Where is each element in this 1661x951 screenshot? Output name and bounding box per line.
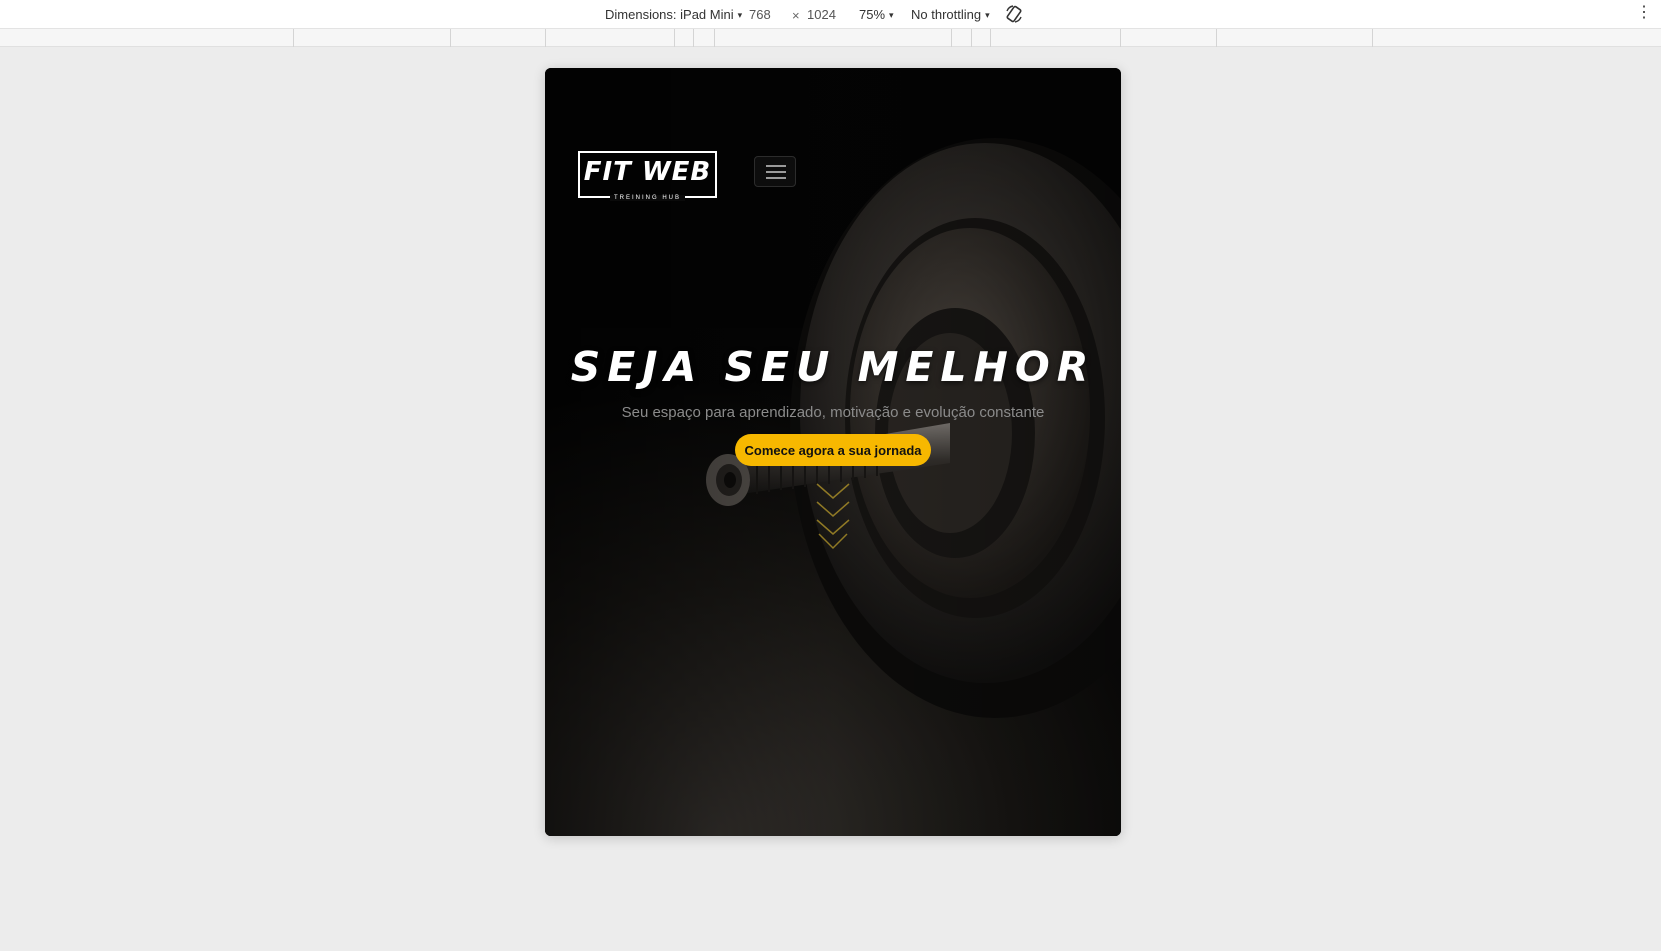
device-toolbar: Dimensions: iPad Mini ▾ 768 × 1024 75% ▾ N… (0, 0, 1661, 29)
zoom-label: 75% (859, 7, 886, 22)
navbar-toggler-button[interactable] (754, 156, 796, 187)
more-options-button[interactable]: ⋮ (1636, 4, 1652, 24)
throttling-select[interactable]: No throttling ▾ (911, 7, 990, 22)
chevrons-down-icon[interactable] (815, 482, 851, 552)
width-input[interactable]: 768 (749, 7, 771, 22)
brand-logo[interactable]: FIT WEB TREINING HUB (578, 151, 717, 201)
start-journey-button[interactable]: Comece agora a sua jornada (735, 434, 931, 466)
chevron-down-icon: ▾ (737, 10, 743, 20)
height-input[interactable]: 1024 (807, 7, 836, 22)
throttling-label: No throttling (911, 7, 982, 22)
hero-title: SEJA SEU MELHOR (570, 343, 1096, 391)
zoom-select[interactable]: 75% ▾ (859, 7, 894, 22)
brand-tagline-wrap: TREINING HUB (580, 194, 715, 202)
device-dimensions-select[interactable]: Dimensions: iPad Mini ▾ (605, 7, 742, 22)
more-vertical-icon: ⋮ (1636, 4, 1652, 21)
rotate-device-button[interactable] (1004, 4, 1024, 24)
times-icon: × (792, 8, 800, 23)
device-viewport: FIT WEB TREINING HUB SEJA SEU MELHOR Seu… (545, 68, 1121, 836)
hero-subtitle: Seu espaço para aprendizado, motivação e… (621, 404, 1045, 421)
chevron-down-icon: ▾ (985, 10, 990, 20)
rotate-device-icon (1006, 5, 1022, 23)
chevron-down-icon: ▾ (889, 10, 894, 20)
device-dimensions-label: Dimensions: iPad Mini (605, 7, 734, 22)
media-query-bar[interactable] (0, 29, 1661, 47)
brand-name: FIT WEB (583, 157, 712, 187)
brand-tagline: TREINING HUB (609, 195, 685, 201)
